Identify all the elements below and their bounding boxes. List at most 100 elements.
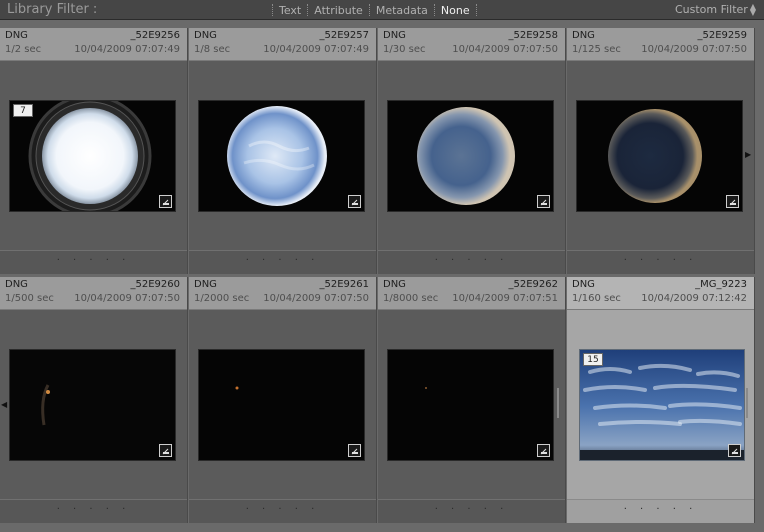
file-extension: DNG (5, 279, 28, 290)
cell-header: DNG _52E9258 1/30 sec 10/04/2009 07:07:5… (378, 28, 565, 61)
dark-sky-image (10, 350, 175, 460)
custom-filter-dropdown[interactable]: Custom Filter ▲ ▼ (674, 1, 756, 17)
rating-stars[interactable]: · · · · · (567, 250, 754, 274)
dark-sky-image (199, 350, 364, 460)
resize-handle[interactable] (557, 388, 559, 418)
photo-cell[interactable]: DNG _52E9262 1/8000 sec 10/04/2009 07:07… (378, 277, 566, 523)
file-extension: DNG (572, 279, 595, 290)
file-name: _52E9260 (130, 279, 181, 290)
rating-stars[interactable]: · · · · · (378, 499, 565, 523)
exposure-time: 1/8000 sec (383, 293, 439, 304)
file-name: _52E9256 (130, 30, 181, 41)
exposure-time: 1/500 sec (5, 293, 54, 304)
file-name: _MG_9223 (695, 279, 747, 290)
photo-thumbnail[interactable] (387, 100, 554, 212)
photo-thumbnail[interactable]: 7 (9, 100, 176, 212)
photo-index-badge: 15 (583, 353, 603, 366)
file-extension: DNG (5, 30, 28, 41)
develop-adjust-icon[interactable] (348, 444, 361, 457)
cell-header: DNG _52E9260 1/500 sec 10/04/2009 07:07:… (0, 277, 187, 310)
file-name: _52E9262 (508, 279, 559, 290)
fisheye-sky-image (199, 101, 364, 211)
capture-date: 10/04/2009 07:07:50 (74, 293, 180, 304)
capture-date: 10/04/2009 07:07:49 (74, 44, 180, 55)
photo-thumbnail[interactable] (387, 349, 554, 461)
fisheye-sky-image (577, 101, 742, 211)
capture-date: 10/04/2009 07:07:49 (263, 44, 369, 55)
filter-divider (307, 4, 309, 16)
exposure-time: 1/30 sec (383, 44, 426, 55)
capture-date: 10/04/2009 07:12:42 (641, 293, 747, 304)
develop-adjust-icon[interactable] (159, 444, 172, 457)
develop-adjust-icon[interactable] (537, 444, 550, 457)
filter-divider (433, 4, 435, 16)
photo-cell-selected[interactable]: DNG _MG_9223 1/160 sec 10/04/2009 07:12:… (567, 277, 755, 523)
capture-date: 10/04/2009 07:07:50 (263, 293, 369, 304)
file-name: _52E9258 (508, 30, 559, 41)
rating-stars[interactable]: · · · · · (567, 499, 754, 523)
capture-date: 10/04/2009 07:07:51 (452, 293, 558, 304)
exposure-time: 1/125 sec (572, 44, 621, 55)
updown-arrow-icon: ▲ ▼ (749, 1, 756, 17)
rating-stars[interactable]: · · · · · (378, 250, 565, 274)
filter-none-option[interactable]: None (441, 4, 470, 17)
photo-cell[interactable]: DNG _52E9257 1/8 sec 10/04/2009 07:07:49 (189, 28, 377, 274)
cell-header: DNG _52E9257 1/8 sec 10/04/2009 07:07:49 (189, 28, 376, 61)
dark-sky-image (388, 350, 553, 460)
filter-metadata-option[interactable]: Metadata (376, 4, 428, 17)
resize-handle[interactable] (746, 388, 748, 418)
rating-stars[interactable]: · · · · · (0, 499, 187, 523)
file-extension: DNG (572, 30, 595, 41)
cell-header: DNG _MG_9223 1/160 sec 10/04/2009 07:12:… (567, 277, 754, 310)
filter-divider (272, 4, 273, 16)
cell-header: DNG _52E9259 1/125 sec 10/04/2009 07:07:… (567, 28, 754, 61)
cloudy-sky-image (580, 350, 744, 460)
cell-header: DNG _52E9261 1/2000 sec 10/04/2009 07:07… (189, 277, 376, 310)
filter-attribute-option[interactable]: Attribute (314, 4, 363, 17)
filter-options: Text Attribute Metadata None (266, 3, 483, 17)
exposure-time: 1/2 sec (5, 44, 42, 55)
file-extension: DNG (383, 30, 406, 41)
exposure-time: 1/8 sec (194, 44, 231, 55)
develop-adjust-icon[interactable] (348, 195, 361, 208)
library-filter-title: Library Filter : (7, 2, 98, 17)
fisheye-sky-image (388, 101, 553, 211)
develop-adjust-icon[interactable] (728, 444, 741, 457)
photo-index-badge: 7 (13, 104, 33, 117)
file-name: _52E9259 (697, 30, 748, 41)
photo-cell[interactable]: DNG _52E9260 1/500 sec 10/04/2009 07:07:… (0, 277, 188, 523)
filter-divider (475, 4, 477, 16)
photo-thumbnail[interactable] (9, 349, 176, 461)
left-arrow-icon[interactable]: ◀ (1, 400, 7, 409)
photo-cell[interactable]: DNG _52E9261 1/2000 sec 10/04/2009 07:07… (189, 277, 377, 523)
develop-adjust-icon[interactable] (726, 195, 739, 208)
fisheye-sky-image (10, 101, 175, 211)
develop-adjust-icon[interactable] (537, 195, 550, 208)
capture-date: 10/04/2009 07:07:50 (641, 44, 747, 55)
right-arrow-icon[interactable]: ▶ (745, 150, 751, 159)
photo-cell[interactable]: DNG _52E9256 1/2 sec 10/04/2009 07:07:49 (0, 28, 188, 274)
photo-thumbnail[interactable]: 15 (579, 349, 745, 461)
file-extension: DNG (194, 279, 217, 290)
photo-cell[interactable]: DNG _52E9259 1/125 sec 10/04/2009 07:07:… (567, 28, 755, 274)
rating-stars[interactable]: · · · · · (189, 499, 376, 523)
file-extension: DNG (383, 279, 406, 290)
custom-filter-label: Custom Filter (674, 3, 748, 16)
file-name: _52E9261 (319, 279, 370, 290)
photo-thumbnail[interactable] (198, 100, 365, 212)
filter-divider (368, 4, 370, 16)
rating-stars[interactable]: · · · · · (189, 250, 376, 274)
exposure-time: 1/2000 sec (194, 293, 250, 304)
filter-text-option[interactable]: Text (279, 4, 301, 17)
cell-header: DNG _52E9262 1/8000 sec 10/04/2009 07:07… (378, 277, 565, 310)
develop-adjust-icon[interactable] (159, 195, 172, 208)
photo-thumbnail[interactable] (576, 100, 743, 212)
capture-date: 10/04/2009 07:07:50 (452, 44, 558, 55)
photo-cell[interactable]: DNG _52E9258 1/30 sec 10/04/2009 07:07:5… (378, 28, 566, 274)
rating-stars[interactable]: · · · · · (0, 250, 187, 274)
library-filter-bar: Library Filter : Text Attribute Metadata… (0, 0, 764, 20)
exposure-time: 1/160 sec (572, 293, 621, 304)
file-name: _52E9257 (319, 30, 370, 41)
cell-header: DNG _52E9256 1/2 sec 10/04/2009 07:07:49 (0, 28, 187, 61)
photo-thumbnail[interactable] (198, 349, 365, 461)
